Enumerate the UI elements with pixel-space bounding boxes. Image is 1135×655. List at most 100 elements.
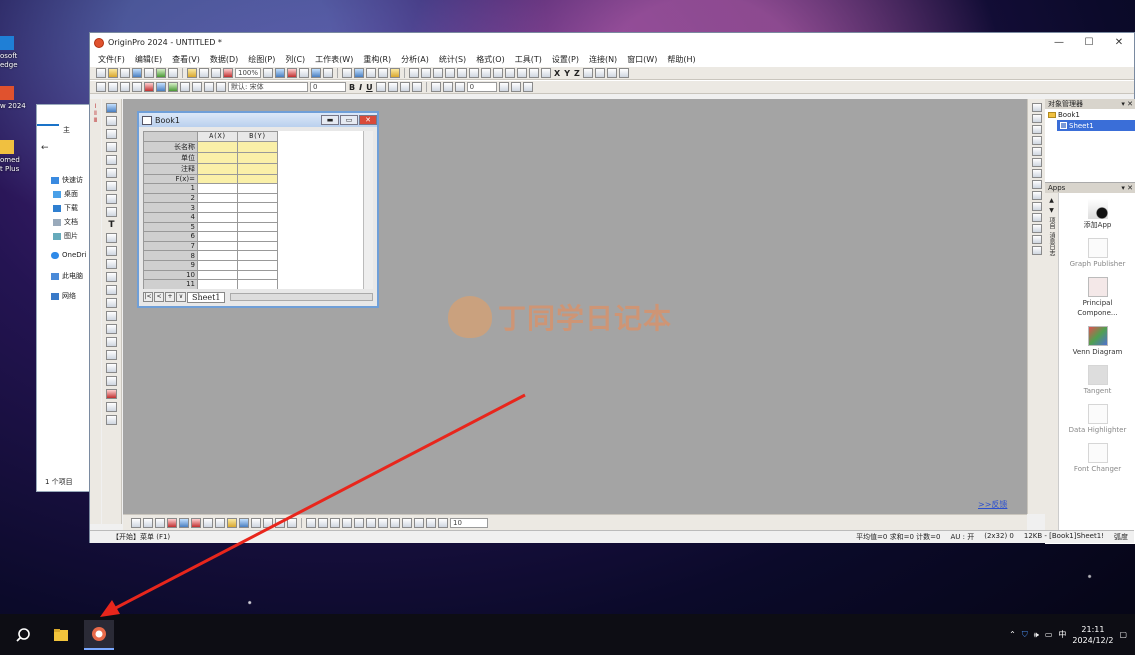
align-top-icon[interactable] xyxy=(342,517,352,528)
zoom-out-icon[interactable] xyxy=(106,129,117,139)
font-color-icon[interactable] xyxy=(411,82,422,92)
column-header-a[interactable]: A(X) xyxy=(197,131,238,142)
rescale-icon[interactable] xyxy=(156,82,166,92)
align-center-icon[interactable] xyxy=(318,517,328,528)
duplicate-icon[interactable] xyxy=(287,68,298,78)
menu-preferences[interactable]: 设置(P) xyxy=(552,54,579,65)
volume-icon[interactable]: 🕪 xyxy=(1034,630,1039,640)
command-window-icon[interactable] xyxy=(311,68,322,78)
workbook-close-button[interactable]: ✕ xyxy=(359,115,377,125)
dark-mode-icon[interactable] xyxy=(493,68,504,78)
forward-icon[interactable] xyxy=(426,517,436,528)
nav-downloads[interactable]: 下载 xyxy=(53,203,78,213)
bar-icon[interactable] xyxy=(1031,158,1042,167)
greek-icon[interactable] xyxy=(399,82,410,92)
corner-cell[interactable] xyxy=(143,131,198,142)
line-dot-icon[interactable] xyxy=(155,517,165,528)
gray-icon[interactable] xyxy=(287,517,297,528)
menu-analysis[interactable]: 分析(A) xyxy=(401,54,429,65)
meta-cell[interactable] xyxy=(237,151,278,164)
timestamp-tool-icon[interactable] xyxy=(106,415,117,425)
scatter-icon[interactable] xyxy=(1031,125,1042,134)
row-number[interactable]: 2 xyxy=(143,192,198,204)
image-plot-icon[interactable] xyxy=(275,517,285,528)
meta-row-label[interactable]: 长名称 xyxy=(143,140,198,153)
error-bar-icon[interactable] xyxy=(191,517,201,528)
undo-icon[interactable] xyxy=(132,82,142,92)
grid-icon[interactable] xyxy=(529,68,540,78)
horizontal-scrollbar[interactable] xyxy=(230,293,373,301)
lock-tool-icon[interactable] xyxy=(106,311,117,321)
sheet-list-icon[interactable]: ∨ xyxy=(176,292,186,302)
meta-cell[interactable] xyxy=(197,151,238,164)
scroll-down-icon[interactable]: ▼ xyxy=(1049,207,1054,214)
line-icon[interactable] xyxy=(1031,114,1042,123)
meta-cell[interactable] xyxy=(237,173,278,185)
new-matrix-icon[interactable] xyxy=(144,68,154,78)
menu-tools[interactable]: 工具(T) xyxy=(515,54,542,65)
new-function-icon[interactable] xyxy=(156,68,166,78)
histogram-icon[interactable] xyxy=(457,68,468,78)
distribute-icon[interactable] xyxy=(366,517,376,528)
save-template-icon[interactable] xyxy=(211,68,221,78)
app-tangent[interactable]: Tangent xyxy=(1063,365,1133,396)
menu-statistics[interactable]: 统计(S) xyxy=(439,54,466,65)
set-column-icon[interactable] xyxy=(421,68,432,78)
minimize-button[interactable]: — xyxy=(1044,37,1074,48)
import-icon[interactable] xyxy=(223,68,233,78)
fit-icon[interactable] xyxy=(541,68,552,78)
box-icon[interactable] xyxy=(1031,235,1042,244)
filter-icon[interactable] xyxy=(469,68,480,78)
data-cell[interactable] xyxy=(197,221,238,233)
menu-worksheet[interactable]: 工作表(W) xyxy=(315,54,353,65)
wireframe-icon[interactable] xyxy=(251,517,261,528)
menu-format[interactable]: 格式(O) xyxy=(476,54,505,65)
message-log-icon[interactable] xyxy=(366,68,377,78)
template-icon[interactable] xyxy=(1031,246,1042,255)
font-size-select[interactable]: 0 xyxy=(310,82,346,92)
front-icon[interactable] xyxy=(402,517,412,528)
chevron-up-icon[interactable]: ⌃ xyxy=(1009,630,1016,639)
meta-cell[interactable] xyxy=(237,140,278,153)
arrow-tool-icon[interactable] xyxy=(106,233,117,243)
paste-format-icon[interactable] xyxy=(120,82,130,92)
copy-format-icon[interactable] xyxy=(108,82,118,92)
script-window-icon[interactable] xyxy=(299,68,310,78)
ime-indicator[interactable]: 中 xyxy=(1058,629,1066,640)
matrix-plot-icon[interactable] xyxy=(179,517,189,528)
3d-bar-icon[interactable] xyxy=(227,517,237,528)
meta-row-label[interactable]: F(x)= xyxy=(143,173,198,185)
meta-row-label[interactable]: 单位 xyxy=(143,151,198,164)
row-number[interactable]: 3 xyxy=(143,202,198,213)
meta-cell[interactable] xyxy=(197,173,238,185)
panel-icon[interactable] xyxy=(215,517,225,528)
data-cell[interactable] xyxy=(237,259,278,271)
table-row[interactable]: 1 xyxy=(143,183,278,194)
side-tab-message-log[interactable]: 消息日志 xyxy=(1047,232,1056,256)
menu-plot[interactable]: 绘图(P) xyxy=(248,54,275,65)
explorer-home-tab[interactable]: 主 xyxy=(59,124,74,134)
row-number[interactable]: 9 xyxy=(143,259,198,271)
menu-file[interactable]: 文件(F) xyxy=(98,54,125,65)
explorer-file-tab[interactable]: 文件 xyxy=(37,124,59,134)
project-explorer-strip[interactable]: ⅠⅡⅢ xyxy=(90,99,101,524)
app-venn-diagram[interactable]: Venn Diagram xyxy=(1063,326,1133,357)
bold-button[interactable]: B xyxy=(348,83,356,92)
object-manager-header[interactable]: 对象管理器 ▾ ✕ xyxy=(1045,99,1135,109)
table-row[interactable]: 7 xyxy=(143,240,278,252)
italic-button[interactable]: I xyxy=(358,83,363,92)
shield-icon[interactable]: ⛉ xyxy=(1022,630,1028,640)
first-sheet-icon[interactable]: |< xyxy=(143,292,153,302)
nav-this-pc[interactable]: 此电脑 xyxy=(51,271,83,281)
ternary-icon[interactable] xyxy=(1031,224,1042,233)
row-number[interactable]: 7 xyxy=(143,240,198,252)
sort-icon[interactable] xyxy=(433,68,444,78)
last-icon[interactable] xyxy=(618,68,629,78)
app-graph-publisher[interactable]: Graph Publisher xyxy=(1063,238,1133,269)
data-cell[interactable] xyxy=(197,231,238,242)
data-selector-icon[interactable] xyxy=(106,181,117,191)
color-scale-icon[interactable] xyxy=(106,389,117,399)
menu-help[interactable]: 帮助(H) xyxy=(667,54,695,65)
edge-desktop-icon[interactable]: osoft edge xyxy=(0,36,30,70)
nav-pictures[interactable]: 图片 xyxy=(53,231,78,241)
